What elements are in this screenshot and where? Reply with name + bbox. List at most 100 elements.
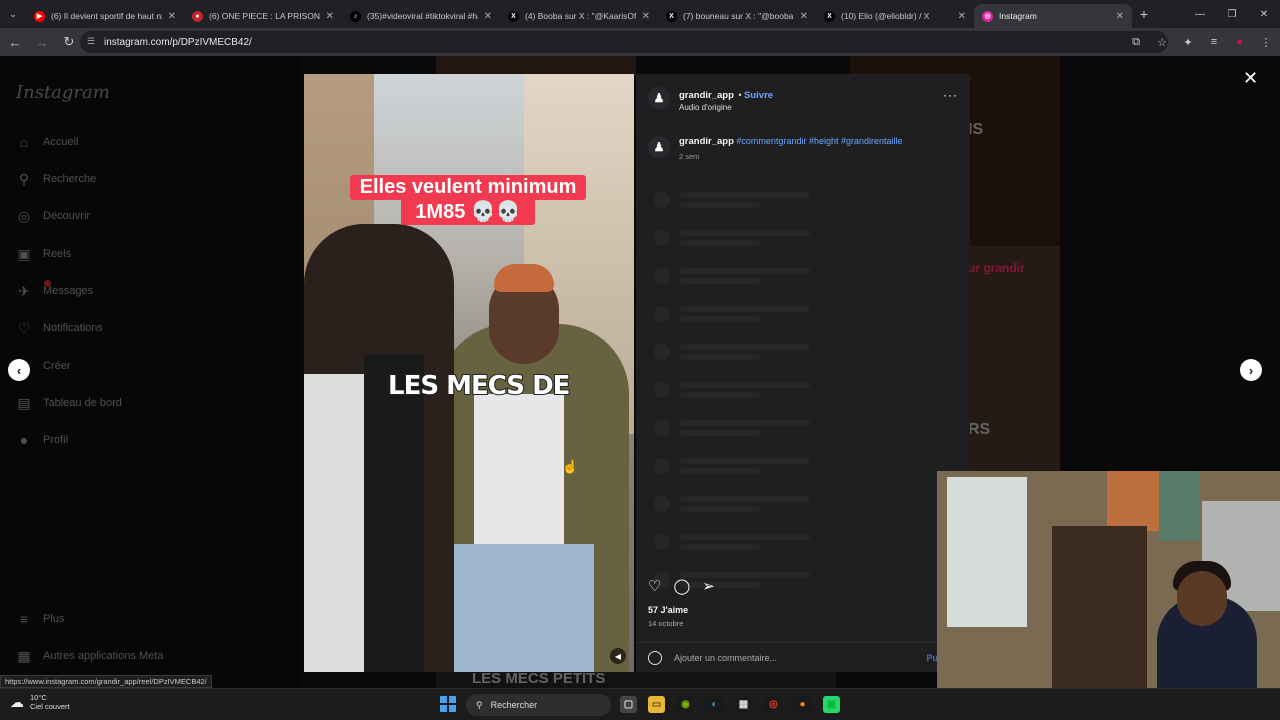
post-details-panel: ♟ grandir_app • Suivre Audio d'origine ·…	[636, 74, 970, 672]
close-tab-icon[interactable]: ✕	[1116, 11, 1124, 22]
tab-title: (7) bouneau sur X : "@booba M	[683, 11, 794, 21]
browser-tab[interactable]: X (4) Booba sur X : "@KaarisOffic ✕	[500, 4, 658, 28]
edge-icon[interactable]: ◐	[706, 696, 723, 713]
comment-loading-skeleton	[654, 458, 810, 474]
install-app-icon[interactable]: ⧉	[1128, 36, 1144, 49]
task-view-icon[interactable]: ▢	[620, 696, 637, 713]
bookmark-star-icon[interactable]: ☆	[1154, 36, 1170, 49]
comment-loading-skeleton	[654, 382, 810, 398]
video-scene	[474, 394, 564, 554]
chrome-icon[interactable]: ◎	[765, 696, 782, 713]
toolbar-actions: ⧉ ☆ ✦ ≡ ● ⋮	[1128, 28, 1274, 56]
profile-avatar-icon[interactable]: ●	[1232, 36, 1248, 48]
back-icon[interactable]: ←	[3, 35, 27, 50]
video-scene	[364, 354, 424, 672]
comment-loading-skeleton	[654, 344, 810, 360]
comment-icon[interactable]: ◯	[673, 577, 690, 595]
close-tab-icon[interactable]: ✕	[958, 11, 966, 22]
tab-title: (10) Elio (@eliobldr) / X	[841, 11, 930, 21]
minimize-icon[interactable]: —	[1184, 0, 1216, 28]
comment-box: Ajouter un commentaire... Pu	[636, 642, 970, 672]
comment-loading-skeleton	[654, 306, 810, 322]
app-icon[interactable]: ▣	[823, 696, 840, 713]
address-bar-row: ← → ↻ ☰ instagram.com/p/DPzIVMECB42/ ⧉ ☆…	[0, 28, 1280, 56]
close-modal-icon[interactable]: ✕	[1243, 68, 1258, 89]
webcam-scene	[1177, 571, 1227, 626]
tab-favicon-icon: X	[824, 10, 835, 22]
follow-button[interactable]: Suivre	[744, 90, 773, 101]
firefox-icon[interactable]: ●	[794, 696, 811, 713]
post-caption: ♟ grandir_app #commentgrandir #height #g…	[648, 136, 903, 161]
weather-condition: Ciel couvert	[30, 702, 70, 711]
video-caption: Elles veulent minimum 1M85 💀💀	[342, 175, 594, 235]
cloud-icon: ☁	[10, 693, 24, 710]
browser-tab[interactable]: ♪ (35)#videoviral #tiktokviral #ha ✕	[342, 4, 500, 28]
previous-post-button[interactable]: ‹	[8, 359, 30, 381]
weather-widget[interactable]: ☁ 10°C Ciel couvert	[10, 693, 70, 711]
video-caption-line: Elles veulent minimum	[349, 175, 587, 200]
forward-icon[interactable]: →	[30, 35, 54, 50]
webcam-scene	[1107, 471, 1167, 531]
close-tab-icon[interactable]: ✕	[800, 11, 808, 22]
browser-tab[interactable]: X (7) bouneau sur X : "@booba M ✕	[658, 4, 816, 28]
close-tab-icon[interactable]: ✕	[168, 11, 176, 22]
url-input[interactable]: ☰ instagram.com/p/DPzIVMECB42/	[80, 31, 1168, 53]
webcam-scene	[947, 477, 1027, 627]
webcam-scene	[1159, 471, 1199, 541]
reload-icon[interactable]: ↻	[57, 34, 81, 50]
caption-username[interactable]: grandir_app	[679, 136, 734, 147]
file-explorer-icon[interactable]: ▭	[648, 696, 665, 713]
close-tab-icon[interactable]: ✕	[484, 11, 492, 22]
extensions-icon[interactable]: ✦	[1180, 36, 1196, 49]
mouse-cursor-icon: ☝	[562, 459, 579, 474]
search-icon: ⚲	[476, 699, 483, 710]
close-window-icon[interactable]: ✕	[1248, 0, 1280, 28]
tab-favicon-icon: ●	[192, 10, 203, 22]
video-overlay-text: LES MECS DE	[387, 370, 571, 402]
tab-search-dropdown[interactable]: ⌄	[0, 0, 26, 28]
post-header: ♟ grandir_app • Suivre Audio d'origine	[648, 85, 773, 112]
share-icon[interactable]: ➢	[702, 577, 715, 595]
caption-hashtags[interactable]: #commentgrandir #height #grandirentaille	[736, 136, 902, 146]
webcam-overlay	[937, 471, 1280, 688]
windows-taskbar: ☁ 10°C Ciel couvert ⚲ Rechercher ▢ ▭ ◉ ◐…	[0, 688, 1280, 720]
store-icon[interactable]: ▦	[735, 696, 752, 713]
nvidia-icon[interactable]: ◉	[677, 696, 694, 713]
avatar[interactable]: ♟	[648, 136, 670, 158]
comment-loading-skeleton	[654, 420, 810, 436]
video-scene	[454, 544, 594, 672]
audio-link[interactable]: Audio d'origine	[679, 103, 773, 112]
windows-start-icon[interactable]	[440, 696, 456, 712]
avatar[interactable]: ♟	[648, 87, 670, 109]
reading-list-icon[interactable]: ≡	[1206, 36, 1222, 48]
browser-tab[interactable]: X (10) Elio (@eliobldr) / X ✕	[816, 4, 974, 28]
taskbar-search-label: Rechercher	[490, 700, 538, 710]
new-tab-button[interactable]: +	[1132, 6, 1156, 22]
browser-tab[interactable]: ◎ Instagram ✕	[974, 4, 1132, 28]
mute-icon[interactable]: ◀	[610, 648, 626, 664]
post-username[interactable]: grandir_app	[679, 90, 734, 101]
post-date: 14 octobre	[648, 619, 684, 628]
close-tab-icon[interactable]: ✕	[642, 11, 650, 22]
like-icon[interactable]: ♡	[648, 577, 661, 595]
restore-icon[interactable]: ❐	[1216, 0, 1248, 28]
tab-favicon-icon: ▶	[34, 10, 45, 22]
browser-tab-strip: ⌄ ▶ (6) Il devient sportif de haut ni ✕ ● (6…	[0, 0, 1280, 28]
tab-title: (6) ONE PIECE : LA PRISON D'E	[209, 11, 320, 21]
browser-menu-icon[interactable]: ⋮	[1258, 36, 1274, 49]
likes-count[interactable]: 57 J'aime	[648, 605, 688, 615]
post-actions: ♡ ◯ ➢	[648, 577, 715, 595]
browser-tab[interactable]: ● (6) ONE PIECE : LA PRISON D'E ✕	[184, 4, 342, 28]
tab-title: (35)#videoviral #tiktokviral #ha	[367, 11, 478, 21]
post-video[interactable]: Elles veulent minimum 1M85 💀💀 LES MECS D…	[304, 74, 634, 672]
window-controls: — ❐ ✕	[1184, 0, 1280, 28]
emoji-icon[interactable]	[648, 650, 662, 665]
browser-tab[interactable]: ▶ (6) Il devient sportif de haut ni ✕	[26, 4, 184, 28]
comment-loading-skeleton	[654, 534, 810, 550]
taskbar-search[interactable]: ⚲ Rechercher	[466, 694, 611, 716]
close-tab-icon[interactable]: ✕	[326, 11, 334, 22]
next-post-button[interactable]: ›	[1240, 359, 1262, 381]
more-options-icon[interactable]: ···	[943, 88, 958, 102]
comment-input[interactable]: Ajouter un commentaire...	[674, 653, 777, 663]
site-info-icon[interactable]: ☰	[87, 36, 98, 47]
